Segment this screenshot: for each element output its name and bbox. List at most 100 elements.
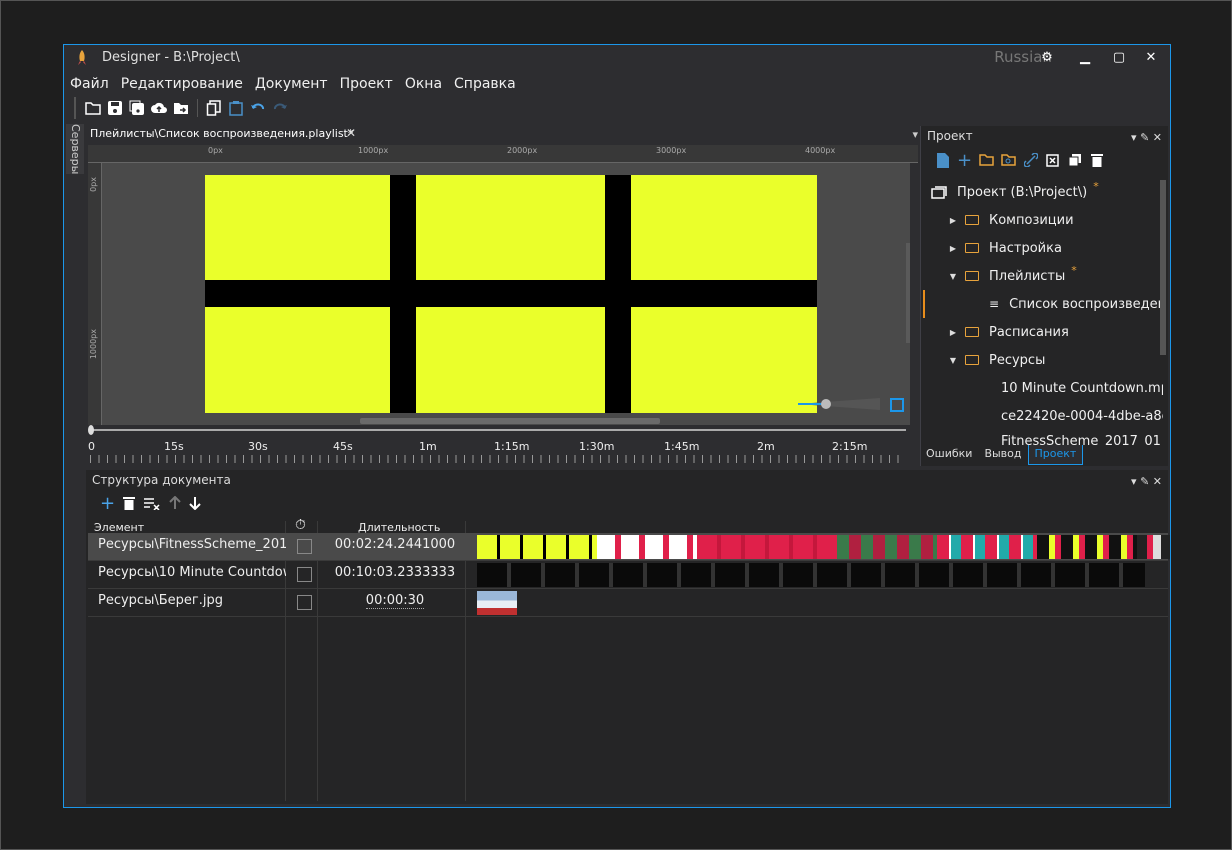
upload-icon[interactable] [150,99,168,117]
folder-icon [965,355,979,365]
menu-file[interactable]: Файл [64,73,115,95]
close-button[interactable]: ✕ [1140,47,1162,69]
row-timer-checkbox[interactable] [297,595,312,610]
tab-project[interactable]: Проект [1027,445,1084,465]
close-tab-icon[interactable]: ✕ [346,126,356,140]
header-timer-icon[interactable]: ⏱ [295,517,306,533]
panel-close-icon[interactable]: ✕ [1153,475,1162,488]
timeline-label: 30s [248,440,268,453]
copy-item-icon[interactable] [1067,152,1082,168]
tree-root-project[interactable]: Проект (B:\Project\) * [931,178,1170,206]
zoom-slider[interactable] [798,397,880,411]
tree-item-compositions[interactable]: ▶ Композиции [947,206,1170,234]
design-canvas[interactable] [102,163,910,425]
copy-icon[interactable] [205,99,223,117]
ruler-tick: 0px [208,146,223,155]
panel-close-icon[interactable]: ✕ [1153,131,1162,144]
fit-to-screen-button[interactable] [890,398,904,412]
export-icon[interactable] [172,99,190,117]
collapse-arrow-icon[interactable]: ▼ [947,356,959,365]
preview-divider [205,280,817,307]
link-icon[interactable] [1023,152,1038,168]
minimize-button[interactable]: ▁ [1074,47,1096,69]
structure-panel-header: Структура документа ▾ ✎ ✕ [86,470,1168,490]
toolbar-separator [197,99,198,117]
vertical-ruler: 0px 1000px [88,163,102,425]
redo-icon[interactable] [271,99,289,117]
tree-item-fitness[interactable]: FitnessScheme_2017_01_1 [991,430,1163,446]
menu-document[interactable]: Документ [249,73,334,95]
tree-item-image[interactable]: ce22420e-0004-4dbe-a8c [991,402,1163,430]
expand-arrow-icon[interactable]: ▶ [947,244,959,253]
undo-icon[interactable] [249,99,267,117]
maximize-button[interactable]: ▢ [1108,47,1130,69]
new-document-icon[interactable] [935,152,950,168]
table-row[interactable]: Ресурсы\10 Minute Countdown.mp4 00:10:03… [88,561,1168,589]
project-tree-scrollbar[interactable] [1160,180,1166,355]
tree-label: Расписания [989,324,1069,340]
tab-errors[interactable]: Ошибки [920,445,978,465]
tree-label: ce22420e-0004-4dbe-a8c [1001,408,1163,424]
tree-item-resources[interactable]: ▼ Ресурсы [947,346,1170,374]
folder-icon [965,243,979,253]
thumbnail [1137,535,1170,559]
panel-dropdown-icon[interactable]: ▾ [1131,475,1137,488]
panel-dropdown-icon[interactable]: ▾ [1131,131,1137,144]
delete-icon[interactable] [1089,152,1104,168]
tree-item-playlists[interactable]: ▼ Плейлисты * [947,262,1170,290]
add-icon[interactable]: + [957,150,972,171]
settings-gear-icon[interactable]: ⚙ [1036,47,1058,69]
playlist-document-tab[interactable]: Плейлисты\Список воспроизведения.playlis… [90,127,353,140]
menu-help[interactable]: Справка [448,73,522,95]
pin-icon[interactable]: ✎ [1140,131,1149,144]
delete-item-icon[interactable] [123,496,136,510]
servers-side-tab[interactable]: Серверы [66,124,84,174]
move-up-icon[interactable] [169,496,181,510]
designer-window: Designer - B:\Project\ Russian ⚙ ▁ ▢ ✕ Ф… [63,44,1171,808]
row-timer-checkbox[interactable] [297,539,312,554]
clear-list-icon[interactable] [143,496,161,510]
tab-list-dropdown-icon[interactable]: ▾ [912,128,918,141]
expand-arrow-icon[interactable]: ▶ [947,216,959,225]
move-down-icon[interactable] [189,496,201,510]
tree-item-countdown-video[interactable]: 10 Minute Countdown.mp4 [991,374,1163,402]
menu-windows[interactable]: Окна [399,73,448,95]
table-row[interactable]: Ресурсы\FitnessScheme_2017_01_1 00:02:24… [88,533,1170,561]
folder-search-icon[interactable] [1001,152,1016,168]
structure-panel-title: Структура документа [92,473,231,487]
thumbnail [937,535,1037,559]
save-icon[interactable] [106,99,124,117]
timeline-track [90,429,906,431]
tree-item-schedules[interactable]: ▶ Расписания [947,318,1170,346]
tree-item-playlist-file[interactable]: ≡ Список воспроизведения [923,290,1161,318]
menu-edit[interactable]: Редактирование [115,73,249,95]
row-duration[interactable]: 00:10:03.2333333 [320,565,470,580]
open-folder-icon[interactable] [84,99,102,117]
row-duration[interactable]: 00:02:24.2441000 [320,537,470,552]
save-all-icon[interactable] [128,99,146,117]
row-element-name: Ресурсы\Берег.jpg [98,593,223,608]
row-duration[interactable]: 00:00:30 [320,593,470,609]
collapse-icon[interactable] [1045,152,1060,168]
screenshot-frame: Designer - B:\Project\ Russian ⚙ ▁ ▢ ✕ Ф… [0,0,1232,850]
timeline-label: 45s [333,440,353,453]
ruler-tick: 1000px [358,146,389,155]
paste-icon[interactable] [227,99,245,117]
timeline-ruler[interactable]: 0 15s 30s 45s 1m 1:15m 1:30m 1:45m 2m 2:… [88,425,908,465]
table-row[interactable]: Ресурсы\Берег.jpg 00:00:30 [88,589,1168,617]
canvas-horizontal-scrollbar[interactable] [360,418,660,424]
timeline-label: 1:15m [494,440,530,453]
playhead-handle[interactable] [88,425,94,435]
collapse-arrow-icon[interactable]: ▼ [947,272,959,281]
tree-item-settings[interactable]: ▶ Настройка [947,234,1170,262]
row-duration-value[interactable]: 00:00:30 [365,593,425,609]
pin-icon[interactable]: ✎ [1140,475,1149,488]
new-folder-icon[interactable] [979,152,994,168]
timeline-label: 2m [757,440,775,453]
tab-output[interactable]: Вывод [978,445,1027,465]
row-timer-checkbox[interactable] [297,567,312,582]
canvas-vertical-scrollbar[interactable] [906,243,910,343]
add-item-icon[interactable]: + [100,495,115,513]
expand-arrow-icon[interactable]: ▶ [947,328,959,337]
menu-project[interactable]: Проект [334,73,399,95]
